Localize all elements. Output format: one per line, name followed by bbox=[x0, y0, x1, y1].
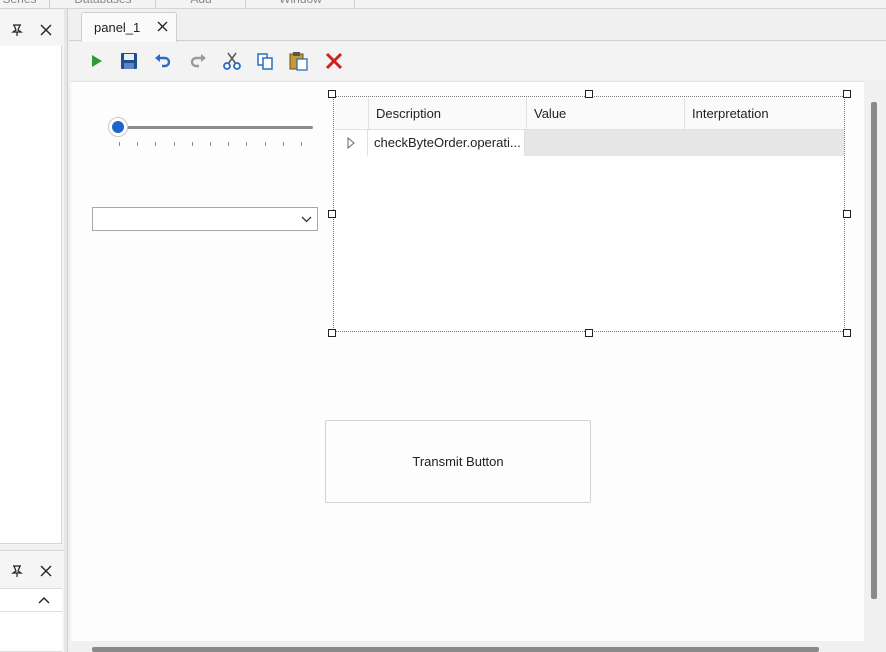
chevron-down-icon[interactable] bbox=[299, 212, 313, 226]
undo-icon[interactable] bbox=[152, 50, 174, 72]
resize-handle[interactable] bbox=[328, 210, 336, 218]
grid-header: Description Value Interpretation bbox=[335, 98, 844, 130]
menu-databases[interactable]: Databases bbox=[51, 0, 156, 8]
resize-handle[interactable] bbox=[328, 329, 336, 337]
horizontal-scroll-thumb[interactable] bbox=[92, 647, 819, 652]
menu-add[interactable]: Add bbox=[157, 0, 246, 8]
slider-tick bbox=[191, 142, 193, 146]
document-tabstrip bbox=[69, 9, 886, 41]
menu-window[interactable]: Window bbox=[247, 0, 355, 8]
menu-series[interactable]: Series bbox=[0, 0, 50, 8]
delete-icon[interactable] bbox=[323, 50, 345, 72]
menu-bar: Series Databases Add Window bbox=[0, 0, 886, 9]
pin-icon[interactable] bbox=[8, 562, 26, 580]
run-icon[interactable] bbox=[85, 50, 107, 72]
expand-row-icon[interactable] bbox=[335, 130, 368, 156]
copy-icon[interactable] bbox=[254, 50, 276, 72]
tab-panel-1[interactable]: panel_1 bbox=[81, 12, 177, 42]
slider-tick bbox=[246, 142, 248, 146]
slider-tick bbox=[301, 142, 302, 146]
pin-icon[interactable] bbox=[8, 21, 26, 39]
column-header-interpretation[interactable]: Interpretation bbox=[684, 98, 844, 130]
cut-icon[interactable] bbox=[221, 50, 243, 72]
close-icon[interactable] bbox=[37, 562, 55, 580]
close-icon[interactable] bbox=[37, 21, 55, 39]
slider-tick bbox=[264, 142, 266, 146]
data-grid[interactable]: Description Value Interpretation checkBy… bbox=[333, 96, 845, 332]
left-pane-header bbox=[0, 12, 64, 46]
resize-handle[interactable] bbox=[843, 329, 851, 337]
cell-description[interactable]: checkByteOrder.operati... bbox=[368, 130, 525, 156]
tab-label: panel_1 bbox=[94, 20, 141, 35]
column-header-value[interactable]: Value bbox=[526, 98, 684, 130]
left-pane-content bbox=[0, 46, 62, 544]
slider-tick bbox=[155, 142, 157, 146]
left-pane-row bbox=[0, 612, 62, 652]
slider-tick bbox=[228, 142, 230, 146]
slider-tick bbox=[210, 142, 211, 146]
panel-toolbar bbox=[70, 42, 886, 80]
paste-icon[interactable] bbox=[288, 50, 310, 72]
vertical-scroll-thumb[interactable] bbox=[871, 102, 877, 599]
chevron-up-icon[interactable] bbox=[35, 591, 53, 609]
save-icon[interactable] bbox=[118, 50, 140, 72]
slider-thumb[interactable] bbox=[108, 117, 128, 137]
table-row[interactable]: checkByteOrder.operati... bbox=[335, 130, 844, 156]
close-icon[interactable] bbox=[154, 18, 170, 34]
resize-handle[interactable] bbox=[585, 90, 593, 98]
slider-tick bbox=[137, 142, 139, 146]
redo-icon[interactable] bbox=[187, 50, 209, 72]
column-header-description[interactable]: Description bbox=[368, 98, 526, 130]
resize-handle[interactable] bbox=[328, 90, 336, 98]
transmit-button[interactable]: Transmit Button bbox=[325, 420, 591, 503]
slider-track[interactable] bbox=[115, 126, 313, 129]
left-pane-row[interactable] bbox=[0, 588, 62, 612]
slider-tick bbox=[282, 142, 284, 146]
resize-handle[interactable] bbox=[843, 210, 851, 218]
slider-tick bbox=[119, 142, 120, 146]
combo-box[interactable] bbox=[92, 207, 318, 231]
slider-tick bbox=[173, 142, 175, 146]
resize-handle[interactable] bbox=[843, 90, 851, 98]
cell-interpretation[interactable] bbox=[684, 130, 844, 156]
cell-value[interactable] bbox=[526, 130, 684, 156]
dock-splitter[interactable] bbox=[64, 9, 68, 652]
resize-handle[interactable] bbox=[585, 329, 593, 337]
